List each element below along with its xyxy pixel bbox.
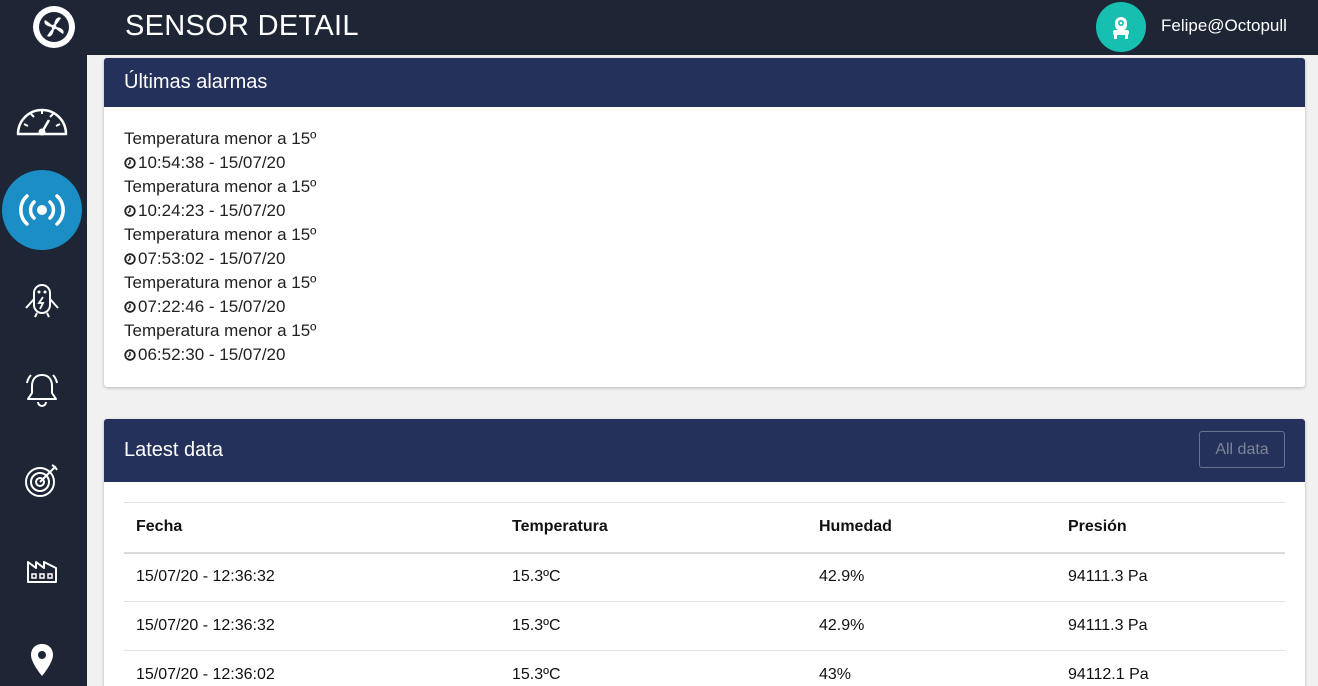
robot-avatar-icon (1113, 17, 1129, 39)
alarm-item: Temperatura menor a 15º 06:52:30 - 15/07… (124, 319, 1285, 367)
alarms-card: Últimas alarmas Temperatura menor a 15º … (104, 58, 1305, 387)
alarm-text: Temperatura menor a 15º (124, 273, 317, 292)
fan-logo-icon (39, 12, 69, 42)
cell-temperatura: 15.3ºC (500, 650, 807, 686)
robot-icon (25, 284, 59, 318)
user-avatar[interactable] (1096, 2, 1146, 52)
alarms-card-header: Últimas alarmas (104, 58, 1305, 107)
column-header-temperatura[interactable]: Temperatura (500, 502, 807, 554)
column-header-humedad[interactable]: Humedad (807, 502, 1056, 554)
table-row[interactable]: 15/07/20 - 12:36:32 15.3ºC 42.9% 94111.3… (124, 552, 1285, 602)
column-header-presion[interactable]: Presión (1056, 502, 1285, 554)
cell-fecha: 15/07/20 - 12:36:02 (124, 650, 500, 686)
cell-temperatura: 15.3ºC (500, 601, 807, 651)
alarm-time-text: 06:52:30 - 15/07/20 (138, 345, 286, 364)
clock-icon (124, 157, 136, 169)
clock-icon (124, 349, 136, 361)
table-row[interactable]: 15/07/20 - 12:36:02 15.3ºC 43% 94112.1 P… (124, 650, 1285, 686)
all-data-button[interactable]: All data (1199, 431, 1285, 468)
alarm-text: Temperatura menor a 15º (124, 225, 317, 244)
sidebar-item-plants[interactable] (0, 530, 84, 610)
clock-icon (124, 253, 136, 265)
table-header-row: Fecha Temperatura Humedad Presión (124, 502, 1285, 554)
page-title: SENSOR DETAIL (125, 10, 359, 42)
sidebar-item-devices[interactable] (0, 260, 84, 340)
alarm-time-text: 07:22:46 - 15/07/20 (138, 297, 286, 316)
factory-icon (27, 561, 57, 583)
username[interactable]: Felipe@Octopull (1161, 16, 1287, 36)
alarm-time: 07:22:46 - 15/07/20 (124, 295, 1285, 319)
target-icon (25, 464, 58, 497)
alarm-time-text: 10:24:23 - 15/07/20 (138, 201, 286, 220)
cell-presion: 94112.1 Pa (1056, 650, 1285, 686)
cell-humedad: 42.9% (807, 601, 1056, 651)
sidebar-item-locations[interactable] (0, 620, 84, 686)
sidebar-item-targets[interactable] (0, 440, 84, 520)
latest-data-card-title: Latest data (124, 439, 223, 461)
cell-fecha: 15/07/20 - 12:36:32 (124, 601, 500, 651)
alarm-item: Temperatura menor a 15º 07:53:02 - 15/07… (124, 223, 1285, 271)
app-logo[interactable] (33, 6, 75, 48)
alarm-time: 07:53:02 - 15/07/20 (124, 247, 1285, 271)
alarm-time-text: 10:54:38 - 15/07/20 (138, 153, 286, 172)
sidebar-item-sensors[interactable] (0, 170, 84, 250)
bell-icon (26, 374, 58, 407)
top-bar: SENSOR DETAIL Felipe@Octopull (0, 0, 1318, 55)
cell-temperatura: 15.3ºC (500, 552, 807, 602)
alarm-text: Temperatura menor a 15º (124, 321, 317, 340)
cell-fecha: 15/07/20 - 12:36:32 (124, 552, 500, 602)
active-nav-bubble (2, 170, 82, 250)
alarm-text: Temperatura menor a 15º (124, 177, 317, 196)
column-header-fecha[interactable]: Fecha (124, 502, 500, 554)
alarm-text: Temperatura menor a 15º (124, 129, 317, 148)
clock-icon (124, 301, 136, 313)
alarm-time-text: 07:53:02 - 15/07/20 (138, 249, 286, 268)
alarm-item: Temperatura menor a 15º 07:22:46 - 15/07… (124, 271, 1285, 319)
clock-icon (124, 205, 136, 217)
cell-humedad: 42.9% (807, 552, 1056, 602)
latest-data-card: Latest data All data Fecha Temperatura H… (104, 419, 1305, 686)
alarm-item: Temperatura menor a 15º 10:24:23 - 15/07… (124, 175, 1285, 223)
cell-humedad: 43% (807, 650, 1056, 686)
alarm-time: 06:52:30 - 15/07/20 (124, 343, 1285, 367)
alarm-list: Temperatura menor a 15º 10:54:38 - 15/07… (104, 107, 1305, 367)
table-row[interactable]: 15/07/20 - 12:36:32 15.3ºC 42.9% 94111.3… (124, 601, 1285, 651)
alarms-card-title: Últimas alarmas (124, 71, 268, 93)
sidebar-item-alarms[interactable] (0, 350, 84, 430)
alarm-time: 10:24:23 - 15/07/20 (124, 199, 1285, 223)
latest-data-table: Fecha Temperatura Humedad Presión 15/07/… (124, 502, 1285, 686)
sidebar-item-dashboard[interactable] (0, 80, 84, 160)
sidebar (0, 55, 87, 686)
alarm-item: Temperatura menor a 15º 10:54:38 - 15/07… (124, 127, 1285, 175)
cell-presion: 94111.3 Pa (1056, 552, 1285, 602)
alarm-time: 10:54:38 - 15/07/20 (124, 151, 1285, 175)
gauge-icon (16, 108, 68, 136)
map-pin-icon (31, 644, 53, 676)
cell-presion: 94111.3 Pa (1056, 601, 1285, 651)
latest-data-card-header: Latest data All data (104, 419, 1305, 482)
broadcast-icon (19, 194, 65, 226)
